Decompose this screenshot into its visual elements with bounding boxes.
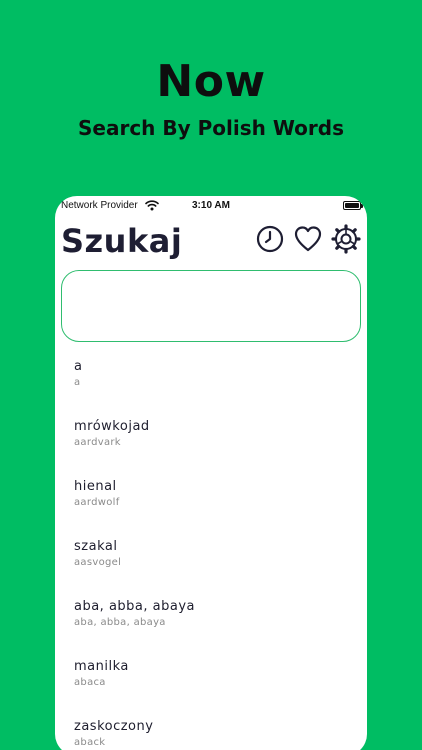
word-label: mrówkojad: [74, 419, 150, 434]
translation-label: aardwolf: [74, 497, 120, 508]
list-item[interactable]: szakal aasvogel: [55, 536, 367, 596]
list-item[interactable]: zaskoczony aback: [55, 716, 367, 750]
status-bar: Network Provider 3:10 AM: [55, 196, 367, 216]
list-item[interactable]: manilka abaca: [55, 656, 367, 716]
favorites-button[interactable]: [293, 224, 323, 254]
results-list: a a mrówkojad aardvark hienal aardwolf s…: [55, 356, 367, 750]
list-item[interactable]: mrówkojad aardvark: [55, 416, 367, 476]
promo-subline: Search By Polish Words: [77, 116, 344, 140]
page-title: Szukaj: [61, 222, 183, 260]
gear-icon: [331, 224, 361, 254]
status-time: 3:10 AM: [192, 200, 230, 211]
clock-icon: [256, 225, 284, 253]
translation-label: aback: [74, 737, 106, 748]
list-item[interactable]: aba, abba, abaya aba, abba, abaya: [55, 596, 367, 656]
phone-screen: Network Provider 3:10 AM Szukaj a a mrów…: [55, 196, 367, 750]
translation-label: a: [74, 377, 81, 388]
promo-headline: Now: [156, 56, 266, 107]
word-label: szakal: [74, 539, 118, 554]
translation-label: aardvark: [74, 437, 121, 448]
translation-label: aba, abba, abaya: [74, 617, 166, 628]
word-label: zaskoczony: [74, 719, 154, 734]
word-label: aba, abba, abaya: [74, 599, 195, 614]
search-input[interactable]: [61, 270, 361, 342]
list-item[interactable]: a a: [55, 356, 367, 416]
translation-label: aasvogel: [74, 557, 122, 568]
list-item[interactable]: hienal aardwolf: [55, 476, 367, 536]
word-label: manilka: [74, 659, 129, 674]
word-label: a: [74, 359, 83, 374]
translation-label: abaca: [74, 677, 106, 688]
history-button[interactable]: [255, 224, 285, 254]
word-label: hienal: [74, 479, 117, 494]
settings-button[interactable]: [331, 224, 361, 254]
battery-icon: [343, 201, 363, 210]
heart-icon: [294, 226, 322, 252]
